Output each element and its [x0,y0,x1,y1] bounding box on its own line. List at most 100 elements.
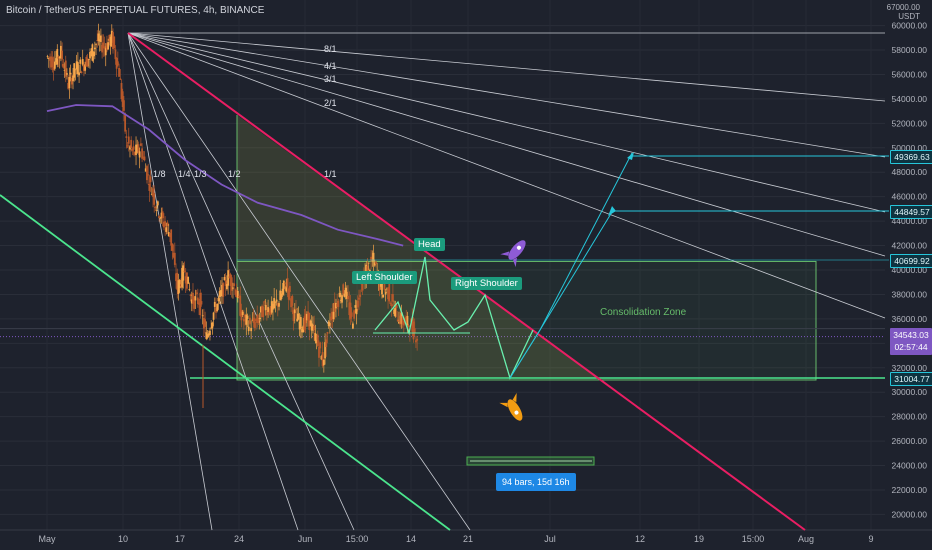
currency-name: USDT [898,12,920,21]
candle-body [200,301,203,305]
candle-body [156,201,159,206]
candle-body [388,283,391,302]
y-tick-label: 36000.00 [892,314,928,324]
price-tag-40699[interactable]: 40699.92 [890,254,932,268]
candle-body [295,308,297,311]
chart-title: Bitcoin / TetherUS PERPETUAL FUTURES, 4h… [6,5,265,16]
time-axis: May 10 17 24 Jun 15:00 14 21 Jul 12 19 15:00 Aug 9 [0,529,932,544]
candle-body [389,303,392,305]
candle-body [73,63,76,78]
x-tick-label: 17 [175,534,185,544]
candle-body [116,61,119,66]
candle-body [107,42,110,50]
candle-body [130,139,133,148]
candle-body [416,338,419,341]
candle-body [282,280,285,289]
candle-body [392,294,394,302]
candle-body [263,301,266,303]
candle-body [222,283,225,297]
candle-body [413,328,416,333]
candle-body [147,174,150,176]
y-tick-label: 60000.00 [892,21,928,31]
candle-body [194,296,197,301]
candle-body [289,286,291,292]
candle-body [406,315,409,326]
candle-body [79,59,82,64]
candle-body [313,325,316,331]
candle-body [275,299,278,302]
y-tick-label: 22000.00 [892,485,928,495]
y-tick-label: 52000.00 [892,118,928,128]
consolidation-zone-label: Consolidation Zone [600,307,687,318]
price-chart[interactable]: 60000.00 58000.00 56000.00 54000.00 52000.00… [0,0,932,550]
candle-body [201,315,204,317]
candle-body [273,298,276,309]
candle-body [382,294,385,298]
candle-body [249,317,251,324]
gann-label-3-1: 3/1 [324,74,337,84]
candle-body [318,346,320,358]
candle-body [264,305,267,311]
price-tag-49369[interactable]: 49369.63 [890,150,932,164]
candle-body [338,292,341,297]
measure-tool [466,456,595,466]
candle-body [299,317,302,329]
candle-body [258,317,261,320]
candle-body [347,295,349,300]
candle-body [132,146,135,150]
x-tick-label: 12 [635,534,645,544]
candle-body [187,276,190,284]
candle-body [166,222,169,226]
candle-body [148,184,151,191]
rocket-body [508,240,526,260]
candle-body [394,308,397,317]
candle-body [138,151,141,158]
candle-body [212,312,215,320]
candle-body [158,216,160,219]
right-shoulder-label[interactable]: Right Shoulder [451,277,522,290]
x-tick-label: Aug [798,534,814,544]
price-tag-31004[interactable]: 31004.77 [890,372,932,386]
gann-label-2-1: 2/1 [324,98,337,108]
candle-body [322,359,325,366]
gann-label-1-3: 1/3 [194,169,207,179]
currency-label: 67000.00 USDT [887,3,920,21]
candle-body [53,61,56,69]
price-tag-44849[interactable]: 44849.57 [890,205,932,219]
candle-body [381,282,383,295]
candle-body [78,72,80,76]
candle-body [149,176,152,183]
current-price-tag[interactable]: 34543.03 02:57:44 [890,328,932,355]
candle-body [358,297,360,300]
candle-body [118,67,120,77]
candle-body [113,36,116,49]
candle-body [278,303,280,307]
measure-label[interactable]: 94 bars, 15d 16h [496,473,576,491]
y-tick-label: 26000.00 [892,436,928,446]
candle-body [137,144,140,153]
x-tick-label: 14 [406,534,416,544]
candle-body [356,300,359,308]
candle-body [286,278,289,288]
y-tick-label: 48000.00 [892,167,928,177]
candle-body [326,332,329,334]
candle-body [267,307,270,312]
candle-body [99,35,102,42]
current-price: 34543.03 [893,330,929,340]
candle-body [297,313,300,320]
candle-body [80,71,83,74]
candle-body [173,252,176,265]
candle-body [114,49,117,60]
gann-label-4-1: 4/1 [324,61,337,71]
currency-top: 67000.00 [886,3,920,12]
x-tick-label: Jul [544,534,556,544]
candle-body [165,227,168,232]
left-shoulder-label[interactable]: Left Shoulder [352,271,417,284]
candle-body [87,59,90,60]
gann-label-1-2: 1/2 [228,169,241,179]
head-label[interactable]: Head [414,238,445,251]
candle-body [233,283,236,287]
candle-body [213,301,216,307]
candle-body [353,310,356,319]
gann-label-1-4: 1/4 [178,169,191,179]
